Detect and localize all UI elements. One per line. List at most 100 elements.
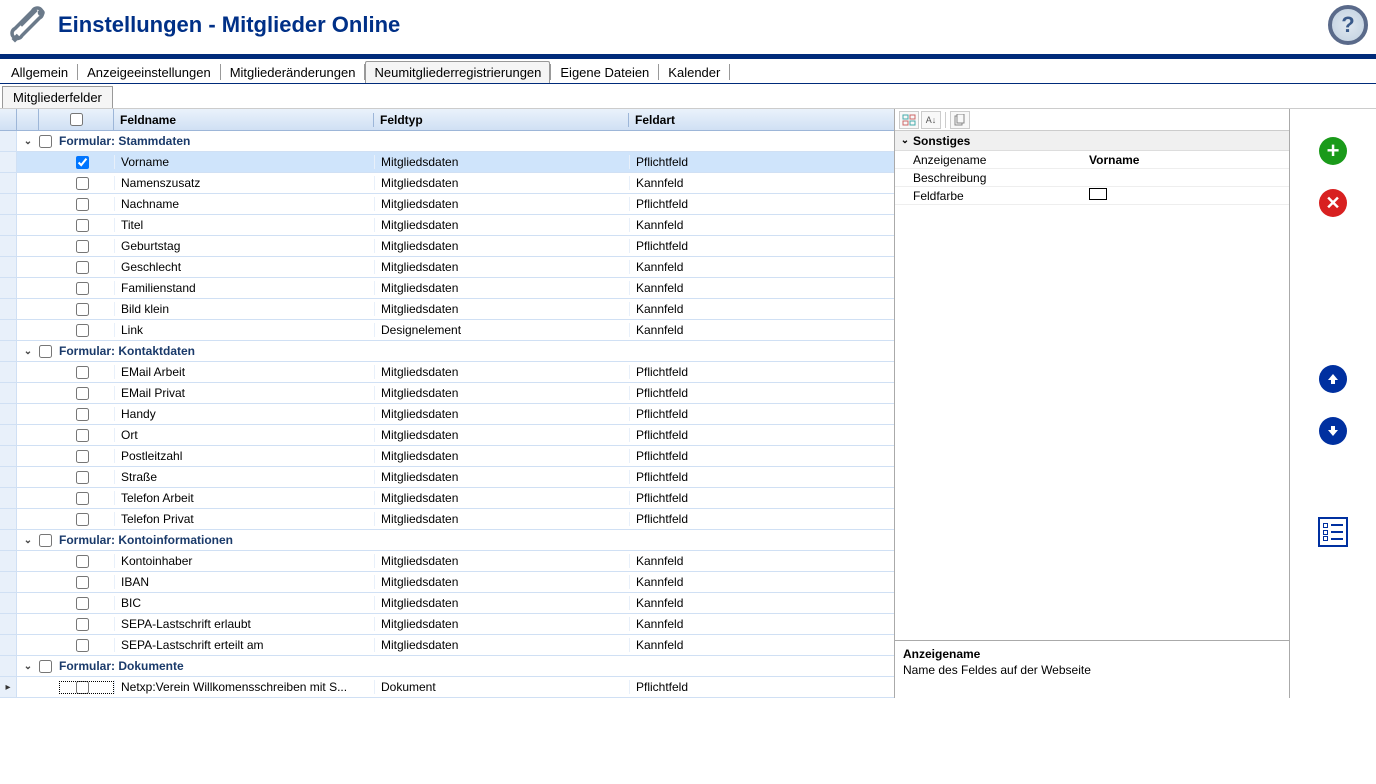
tab-eigene dateien[interactable]: Eigene Dateien	[551, 61, 658, 83]
propgrid-categorized-icon[interactable]	[899, 111, 919, 129]
group-checkbox[interactable]	[39, 135, 52, 148]
table-row[interactable]: ▸Netxp:Verein Willkomensschreiben mit S.…	[0, 677, 894, 698]
add-button[interactable]: +	[1319, 137, 1347, 165]
cell-feldart: Pflichtfeld	[629, 407, 894, 421]
row-checkbox[interactable]	[76, 576, 89, 589]
cell-feldtyp: Designelement	[374, 323, 629, 337]
row-checkbox[interactable]	[76, 492, 89, 505]
row-checkbox[interactable]	[76, 450, 89, 463]
collapse-toggle-icon[interactable]: ⌄	[17, 535, 39, 546]
table-row[interactable]: EMail ArbeitMitgliedsdatenPflichtfeld	[0, 362, 894, 383]
table-row[interactable]: SEPA-Lastschrift erlaubtMitgliedsdatenKa…	[0, 614, 894, 635]
properties-panel: A↓ ⌄SonstigesAnzeigenameVornameBeschreib…	[895, 109, 1376, 698]
table-row[interactable]: NamenszusatzMitgliedsdatenKannfeld	[0, 173, 894, 194]
group-row[interactable]: ⌄Formular: Dokumente	[0, 656, 894, 677]
collapse-toggle-icon[interactable]: ⌄	[17, 136, 39, 147]
table-row[interactable]: KontoinhaberMitgliedsdatenKannfeld	[0, 551, 894, 572]
row-checkbox[interactable]	[76, 219, 89, 232]
group-checkbox[interactable]	[39, 345, 52, 358]
cell-feldart: Pflichtfeld	[629, 386, 894, 400]
cell-feldart: Kannfeld	[629, 596, 894, 610]
row-checkbox[interactable]	[76, 597, 89, 610]
row-checkbox[interactable]	[76, 282, 89, 295]
table-row[interactable]: Telefon ArbeitMitgliedsdatenPflichtfeld	[0, 488, 894, 509]
table-row[interactable]: PostleitzahlMitgliedsdatenPflichtfeld	[0, 446, 894, 467]
col-header-feldart[interactable]: Feldart	[629, 113, 894, 127]
col-header-feldtyp[interactable]: Feldtyp	[374, 113, 629, 127]
table-row[interactable]: SEPA-Lastschrift erteilt amMitgliedsdate…	[0, 635, 894, 656]
tab-neumitgliederregistrierungen[interactable]: Neumitgliederregistrierungen	[365, 61, 550, 83]
row-checkbox[interactable]	[76, 198, 89, 211]
row-checkbox[interactable]	[76, 471, 89, 484]
prop-value[interactable]: Vorname	[1085, 153, 1289, 167]
row-checkbox[interactable]	[76, 639, 89, 652]
cell-feldtyp: Mitgliedsdaten	[374, 449, 629, 463]
row-checkbox[interactable]	[76, 366, 89, 379]
row-checkbox[interactable]	[76, 156, 89, 169]
group-row[interactable]: ⌄Formular: Kontaktdaten	[0, 341, 894, 362]
col-header-feldname[interactable]: Feldname	[114, 113, 374, 127]
table-row[interactable]: GeschlechtMitgliedsdatenKannfeld	[0, 257, 894, 278]
row-checkbox[interactable]	[76, 513, 89, 526]
group-row[interactable]: ⌄Formular: Kontoinformationen	[0, 530, 894, 551]
row-checkbox[interactable]	[76, 429, 89, 442]
group-checkbox[interactable]	[39, 534, 52, 547]
group-title: Formular: Stammdaten	[57, 134, 894, 148]
collapse-toggle-icon[interactable]: ⌄	[897, 135, 913, 146]
row-checkbox[interactable]	[76, 681, 89, 694]
prop-row[interactable]: AnzeigenameVorname	[895, 151, 1289, 169]
table-row[interactable]: NachnameMitgliedsdatenPflichtfeld	[0, 194, 894, 215]
cell-feldname: BIC	[114, 596, 374, 610]
prop-row[interactable]: Beschreibung	[895, 169, 1289, 187]
propgrid-pages-icon[interactable]	[950, 111, 970, 129]
property-grid: A↓ ⌄SonstigesAnzeigenameVornameBeschreib…	[895, 109, 1290, 698]
table-row[interactable]: HandyMitgliedsdatenPflichtfeld	[0, 404, 894, 425]
cell-feldtyp: Mitgliedsdaten	[374, 512, 629, 526]
collapse-toggle-icon[interactable]: ⌄	[17, 661, 39, 672]
group-checkbox[interactable]	[39, 660, 52, 673]
table-row[interactable]: OrtMitgliedsdatenPflichtfeld	[0, 425, 894, 446]
row-checkbox[interactable]	[76, 408, 89, 421]
table-row[interactable]: EMail PrivatMitgliedsdatenPflichtfeld	[0, 383, 894, 404]
table-row[interactable]: GeburtstagMitgliedsdatenPflichtfeld	[0, 236, 894, 257]
row-checkbox[interactable]	[76, 387, 89, 400]
row-checkbox[interactable]	[76, 324, 89, 337]
table-row[interactable]: IBANMitgliedsdatenKannfeld	[0, 572, 894, 593]
prop-row[interactable]: Feldfarbe	[895, 187, 1289, 205]
prop-category[interactable]: ⌄Sonstiges	[895, 131, 1289, 151]
move-up-button[interactable]	[1319, 365, 1347, 393]
tab-anzeigeeinstellungen[interactable]: Anzeigeeinstellungen	[78, 61, 220, 83]
collapse-toggle-icon[interactable]: ⌄	[17, 346, 39, 357]
row-checkbox[interactable]	[76, 240, 89, 253]
table-row[interactable]: TitelMitgliedsdatenKannfeld	[0, 215, 894, 236]
table-row[interactable]: StraßeMitgliedsdatenPflichtfeld	[0, 467, 894, 488]
header-checkbox-col[interactable]	[39, 109, 114, 130]
tab-mitgliederänderungen[interactable]: Mitgliederänderungen	[221, 61, 365, 83]
cell-feldart: Pflichtfeld	[629, 470, 894, 484]
cell-feldname: EMail Arbeit	[114, 365, 374, 379]
delete-button[interactable]: ✕	[1319, 189, 1347, 217]
table-row[interactable]: VornameMitgliedsdatenPflichtfeld	[0, 152, 894, 173]
table-row[interactable]: BICMitgliedsdatenKannfeld	[0, 593, 894, 614]
prop-value[interactable]	[1085, 188, 1289, 203]
cell-feldname: Namenszusatz	[114, 176, 374, 190]
main-tabs: AllgemeinAnzeigeeinstellungenMitgliederä…	[0, 59, 1376, 84]
tab-kalender[interactable]: Kalender	[659, 61, 729, 83]
row-checkbox[interactable]	[76, 303, 89, 316]
row-checkbox[interactable]	[76, 555, 89, 568]
table-row[interactable]: Bild kleinMitgliedsdatenKannfeld	[0, 299, 894, 320]
propgrid-sort-icon[interactable]: A↓	[921, 111, 941, 129]
table-row[interactable]: Telefon PrivatMitgliedsdatenPflichtfeld	[0, 509, 894, 530]
group-row[interactable]: ⌄ Formular: Stammdaten	[0, 131, 894, 152]
tab-allgemein[interactable]: Allgemein	[2, 61, 77, 83]
list-view-button[interactable]	[1318, 517, 1348, 547]
color-swatch[interactable]	[1089, 188, 1107, 200]
help-button[interactable]: ?	[1328, 5, 1368, 45]
row-checkbox[interactable]	[76, 177, 89, 190]
row-checkbox[interactable]	[76, 261, 89, 274]
row-checkbox[interactable]	[76, 618, 89, 631]
table-row[interactable]: LinkDesignelementKannfeld	[0, 320, 894, 341]
move-down-button[interactable]	[1319, 417, 1347, 445]
table-row[interactable]: FamilienstandMitgliedsdatenKannfeld	[0, 278, 894, 299]
subtab-mitgliederfelder[interactable]: Mitgliederfelder	[2, 86, 113, 108]
